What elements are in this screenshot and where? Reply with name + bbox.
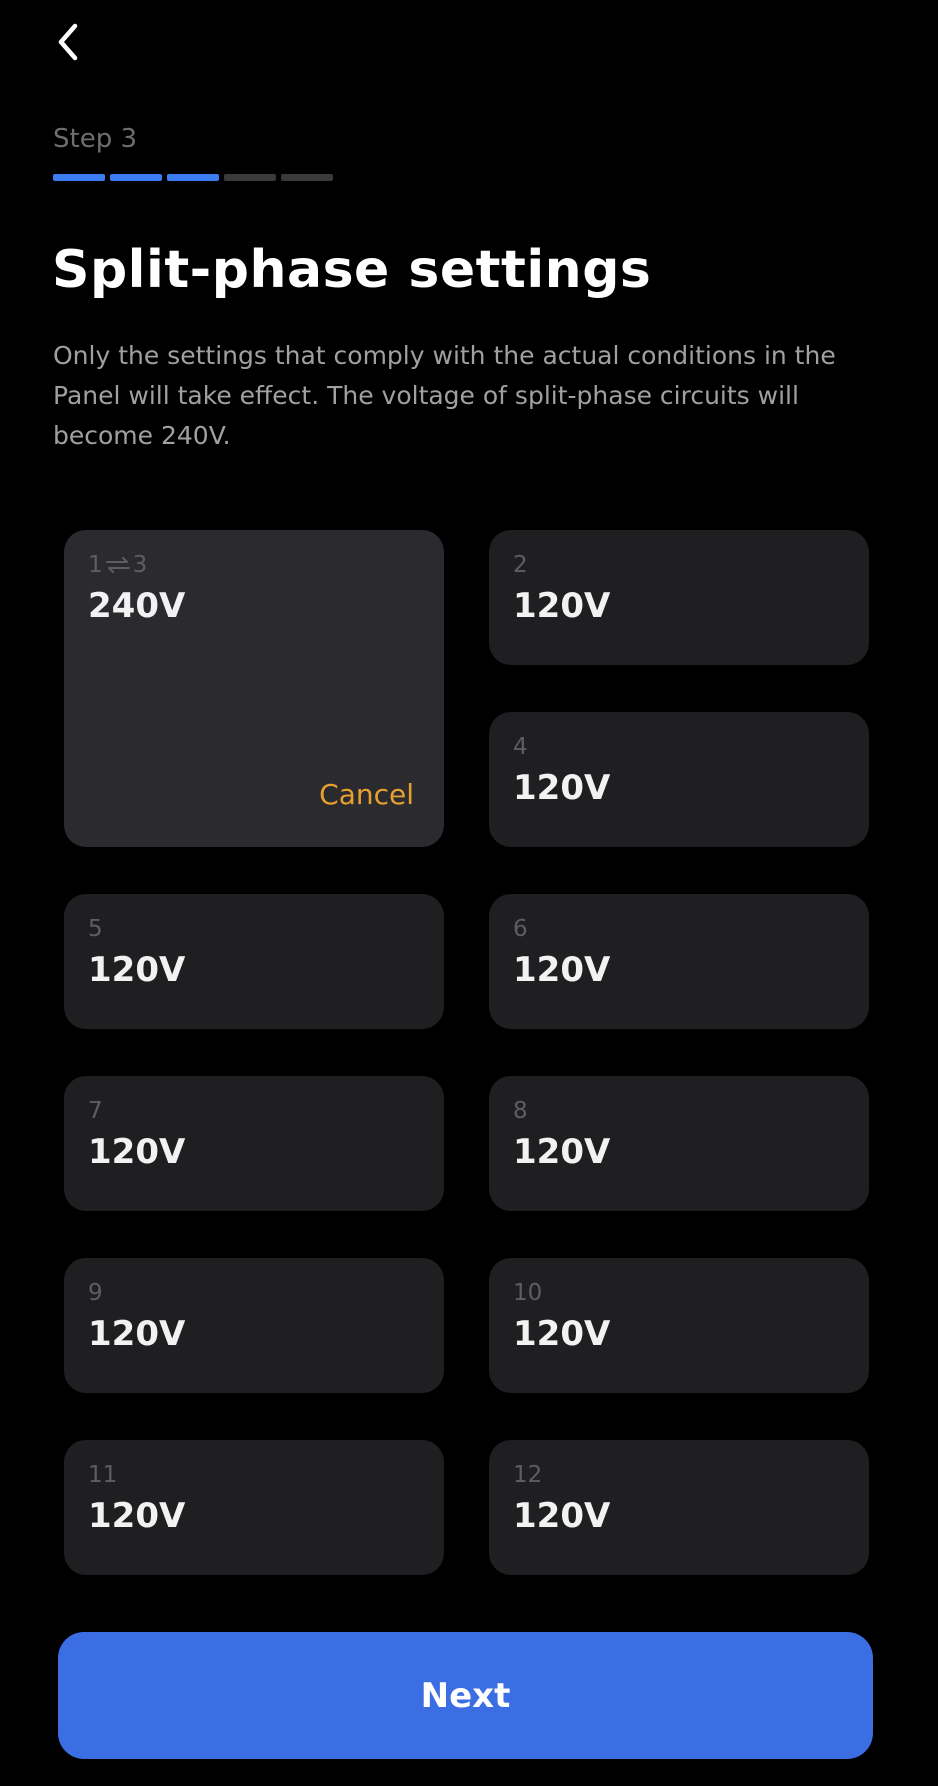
circuit-voltage: 120V [513, 950, 611, 990]
page-description: Only the settings that comply with the a… [53, 341, 836, 450]
circuit-number: 2 [513, 552, 528, 578]
circuit-number: 4 [513, 734, 528, 760]
circuit-number: 11 [88, 1462, 118, 1488]
circuit-voltage: 120V [88, 1314, 186, 1354]
circuit-voltage: 120V [513, 1496, 611, 1536]
circuit-number: 6 [513, 916, 528, 942]
circuit-card-7[interactable]: 7 120V [64, 1076, 444, 1211]
step-label: Step 3 [53, 124, 138, 154]
circuit-voltage: 120V [513, 1132, 611, 1172]
linked-circuit-label: 1 3 [88, 552, 147, 578]
circuit-number: 9 [88, 1280, 103, 1306]
step-progress [53, 174, 333, 181]
circuit-number: 5 [88, 916, 103, 942]
circuit-card-8[interactable]: 8 120V [489, 1076, 869, 1211]
circuit-number: 7 [88, 1098, 103, 1124]
circuit-voltage: 120V [88, 1132, 186, 1172]
linked-circuit-from: 1 [88, 552, 103, 578]
page-title: Split-phase settings [52, 240, 652, 300]
next-button[interactable]: Next [58, 1632, 873, 1759]
circuit-card-4[interactable]: 4 120V [489, 712, 869, 847]
circuit-number: 10 [513, 1280, 543, 1306]
circuit-card-9[interactable]: 9 120V [64, 1258, 444, 1393]
cancel-link-button[interactable]: Cancel [319, 778, 414, 811]
progress-segment [224, 174, 276, 181]
circuit-voltage: 120V [88, 950, 186, 990]
circuit-card-5[interactable]: 5 120V [64, 894, 444, 1029]
back-button[interactable] [40, 14, 96, 70]
circuit-number: 8 [513, 1098, 528, 1124]
circuit-voltage: 120V [513, 768, 611, 808]
circuit-card-10[interactable]: 10 120V [489, 1258, 869, 1393]
linked-circuit-to: 3 [132, 552, 148, 578]
circuit-voltage: 120V [513, 586, 611, 626]
chevron-left-icon [58, 23, 78, 61]
circuit-voltage: 120V [88, 1496, 186, 1536]
circuit-voltage: 120V [513, 1314, 611, 1354]
progress-segment [281, 174, 333, 181]
progress-segment [110, 174, 162, 181]
circuit-card-12[interactable]: 12 120V [489, 1440, 869, 1575]
linked-circuit-card[interactable]: 1 3 240V Cancel [64, 530, 444, 847]
link-arrows-icon [105, 557, 130, 573]
circuit-card-2[interactable]: 2 120V [489, 530, 869, 665]
progress-segment [167, 174, 219, 181]
linked-circuit-voltage: 240V [88, 586, 186, 626]
circuit-card-6[interactable]: 6 120V [489, 894, 869, 1029]
circuit-card-11[interactable]: 11 120V [64, 1440, 444, 1575]
circuit-number: 12 [513, 1462, 543, 1488]
progress-segment [53, 174, 105, 181]
